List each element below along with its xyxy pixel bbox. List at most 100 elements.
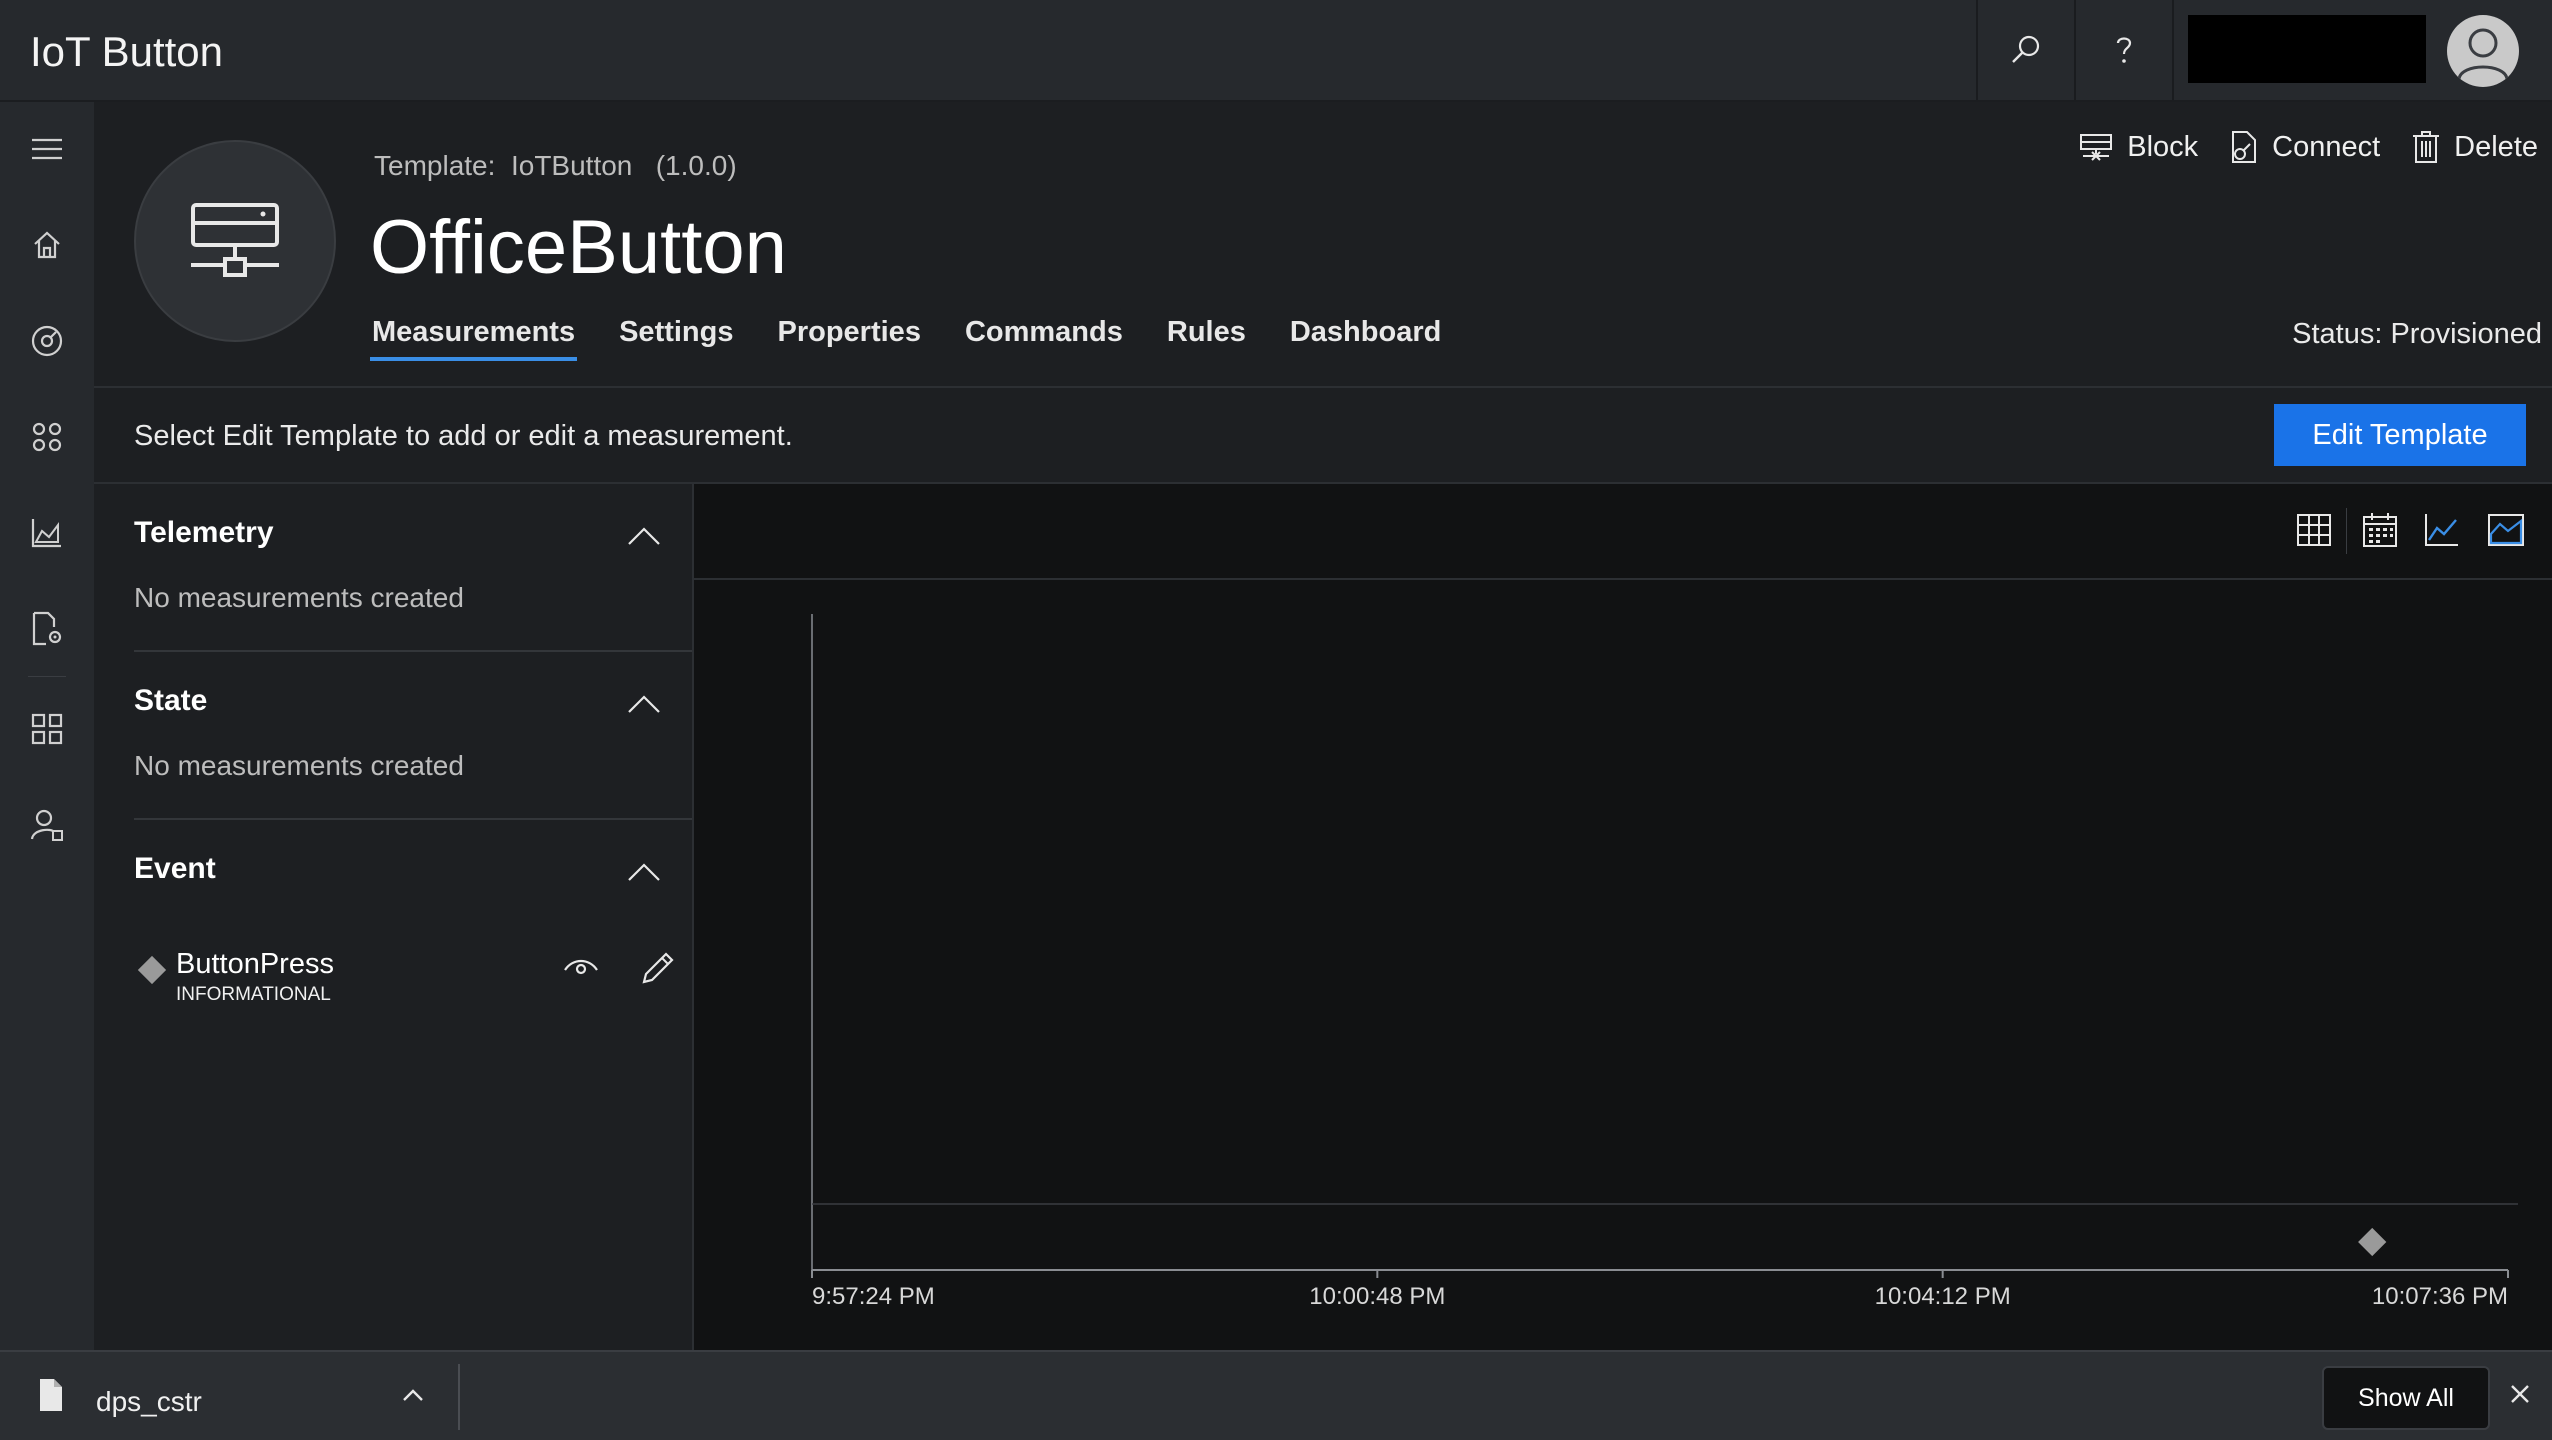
edit-event-button[interactable] [638,948,678,988]
account-name-box[interactable] [2188,15,2426,83]
state-collapse-button[interactable] [624,684,664,724]
grid-view-button[interactable] [2292,508,2336,552]
chevron-up-icon [628,863,660,881]
chevron-up-icon [628,527,660,545]
device-icon [191,203,279,277]
x-axis-tick-label: 10:04:12 PM [1875,1283,2011,1310]
download-file-name[interactable]: dps_cstr [96,1386,202,1418]
user-avatar-icon [2457,28,2509,80]
chevron-up-icon [403,1389,423,1401]
show-all-button[interactable]: Show All [2322,1366,2490,1430]
x-axis-tick-label: 9:57:24 PM [812,1283,935,1310]
top-bar: IoT Button [0,0,2552,102]
user-avatar[interactable] [2447,15,2519,87]
event-title: Event [134,852,216,885]
line-chart-icon [2425,514,2458,546]
nav-administration[interactable] [0,790,94,860]
event-severity: INFORMATIONAL [176,984,331,1005]
event-marker-icon [137,955,167,985]
tab-dashboard[interactable]: Dashboard [1290,316,1441,361]
info-bar: Select Edit Template to add or edit a me… [94,388,2552,484]
nav-device-sets[interactable] [0,402,94,472]
device-image [134,140,336,342]
nav-device-explorer[interactable] [0,306,94,376]
measurements-panel: Telemetry No measurements created State … [94,484,694,1350]
event-marker-point[interactable] [2358,1227,2387,1257]
block-button[interactable]: Block [2079,130,2198,164]
grid-view-icon [2297,514,2331,546]
device-explorer-icon [31,325,63,357]
help-icon [2116,37,2132,63]
area-chart-icon [2488,514,2524,546]
admin-icon [30,809,63,841]
device-status: Status: Provisioned [2292,318,2542,350]
telemetry-title: Telemetry [134,516,274,549]
x-axis-tick-label: 10:07:36 PM [2372,1283,2508,1310]
close-icon [2511,1385,2529,1403]
event-name: ButtonPress [176,948,334,980]
telemetry-collapse-button[interactable] [624,516,664,556]
chevron-up-icon [628,695,660,713]
nav-separator [28,676,66,677]
delete-label: Delete [2454,130,2538,163]
pencil-icon [642,952,674,984]
line-chart-button[interactable] [2420,508,2464,552]
device-header: Template: IoTButton (1.0.0) OfficeButton… [94,102,2552,388]
toggle-visibility-button[interactable] [560,950,602,984]
edit-template-button[interactable]: Edit Template [2274,404,2526,466]
connect-button[interactable]: Connect [2230,130,2380,164]
connect-label: Connect [2272,130,2381,163]
event-timeline-chart: 9:57:24 PM 10:00:48 PM 10:04:12 PM 10:07:36… [811,614,2518,1310]
download-separator [458,1364,460,1430]
device-sets-icon [32,422,62,452]
tab-properties[interactable]: Properties [778,316,921,361]
area-chart-button[interactable] [2484,508,2528,552]
state-empty-text: No measurements created [134,750,464,781]
delete-button[interactable]: Delete [2412,130,2538,164]
nav-menu-toggle[interactable] [0,114,94,184]
chart-toolbar [694,484,2552,580]
app-title: IoT Button [30,28,224,75]
analytics-icon [31,519,61,548]
tab-settings[interactable]: Settings [619,316,733,361]
x-axis-labels: 9:57:24 PM 10:00:48 PM 10:04:12 PM 10:07:36… [812,1283,2508,1310]
download-options-button[interactable] [396,1378,430,1412]
connect-icon [2232,131,2257,163]
time-range-button[interactable] [2358,508,2402,552]
event-item[interactable]: ButtonPress INFORMATIONAL [136,948,674,1018]
nav-app-builder[interactable] [0,694,94,764]
state-title: State [134,684,208,717]
template-info: Template: IoTButton (1.0.0) [374,150,737,182]
left-nav [0,102,94,1350]
event-markers [2358,1227,2387,1257]
trash-icon [2413,131,2440,163]
telemetry-empty-text: No measurements created [134,582,464,613]
event-collapse-button[interactable] [624,852,664,892]
tab-rules[interactable]: Rules [1167,316,1246,361]
help-button[interactable] [2076,0,2172,100]
x-axis-ticks [811,1270,2509,1278]
tab-measurements[interactable]: Measurements [369,316,578,361]
toolbar-separator [2346,508,2347,554]
nav-jobs[interactable] [0,594,94,664]
tab-commands[interactable]: Commands [965,316,1123,361]
x-axis-tick-label: 10:00:48 PM [1309,1283,1445,1310]
device-name: OfficeButton [370,205,787,290]
search-icon [2012,35,2040,63]
info-message: Select Edit Template to add or edit a me… [134,420,793,452]
section-divider [134,818,692,820]
section-divider [134,650,692,652]
search-button[interactable] [1978,0,2074,100]
file-icon [38,1378,64,1417]
nav-home[interactable] [0,210,94,280]
tab-bar: Measurements Settings Properties Command… [369,316,1485,361]
template-name: IoTButton [510,150,633,181]
app-builder-icon [31,713,63,745]
home-icon [34,231,60,259]
calendar-icon [2363,513,2397,547]
eye-icon [564,959,598,975]
template-label: Template: [374,150,496,181]
close-download-bar-button[interactable] [2504,1378,2536,1410]
nav-analytics[interactable] [0,498,94,568]
jobs-icon [32,611,62,646]
